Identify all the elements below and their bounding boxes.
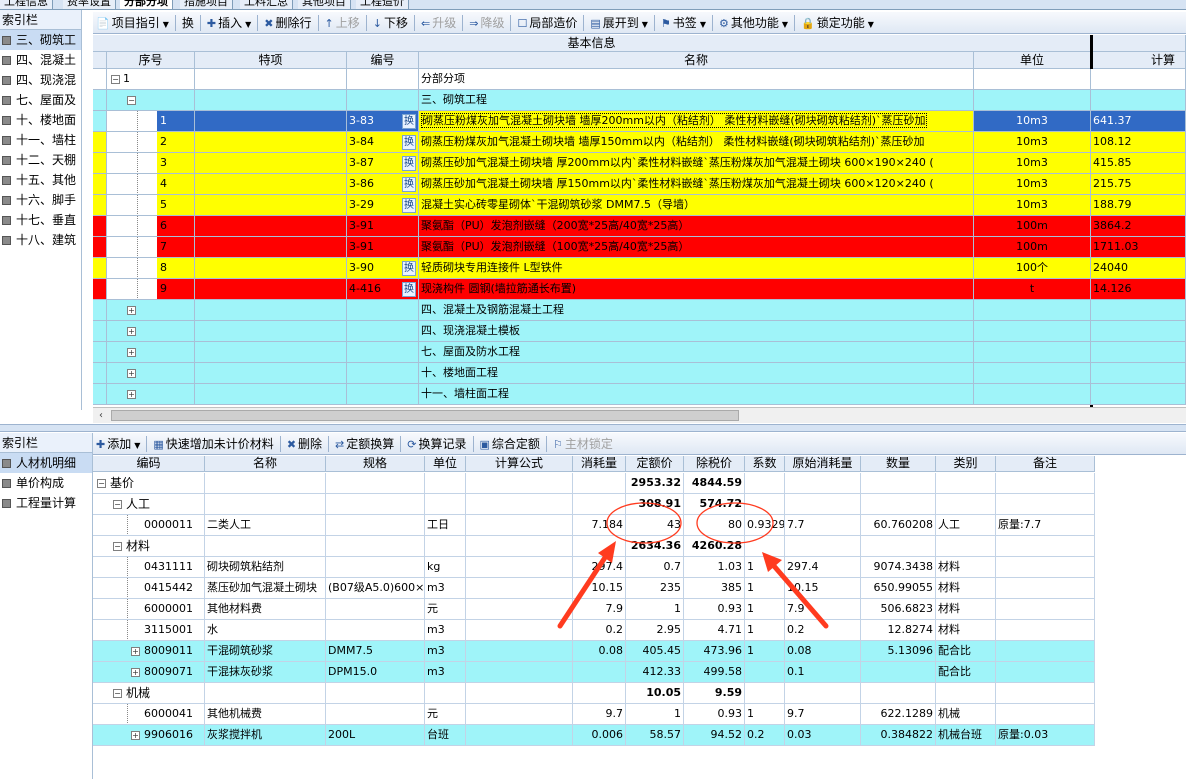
annotation-circle-price xyxy=(606,502,682,544)
annotation-overlay xyxy=(557,502,829,629)
annotation-arrow-left xyxy=(557,541,616,629)
annotation-circle-net-price xyxy=(696,502,774,544)
annotation-arrow-right xyxy=(762,552,829,629)
